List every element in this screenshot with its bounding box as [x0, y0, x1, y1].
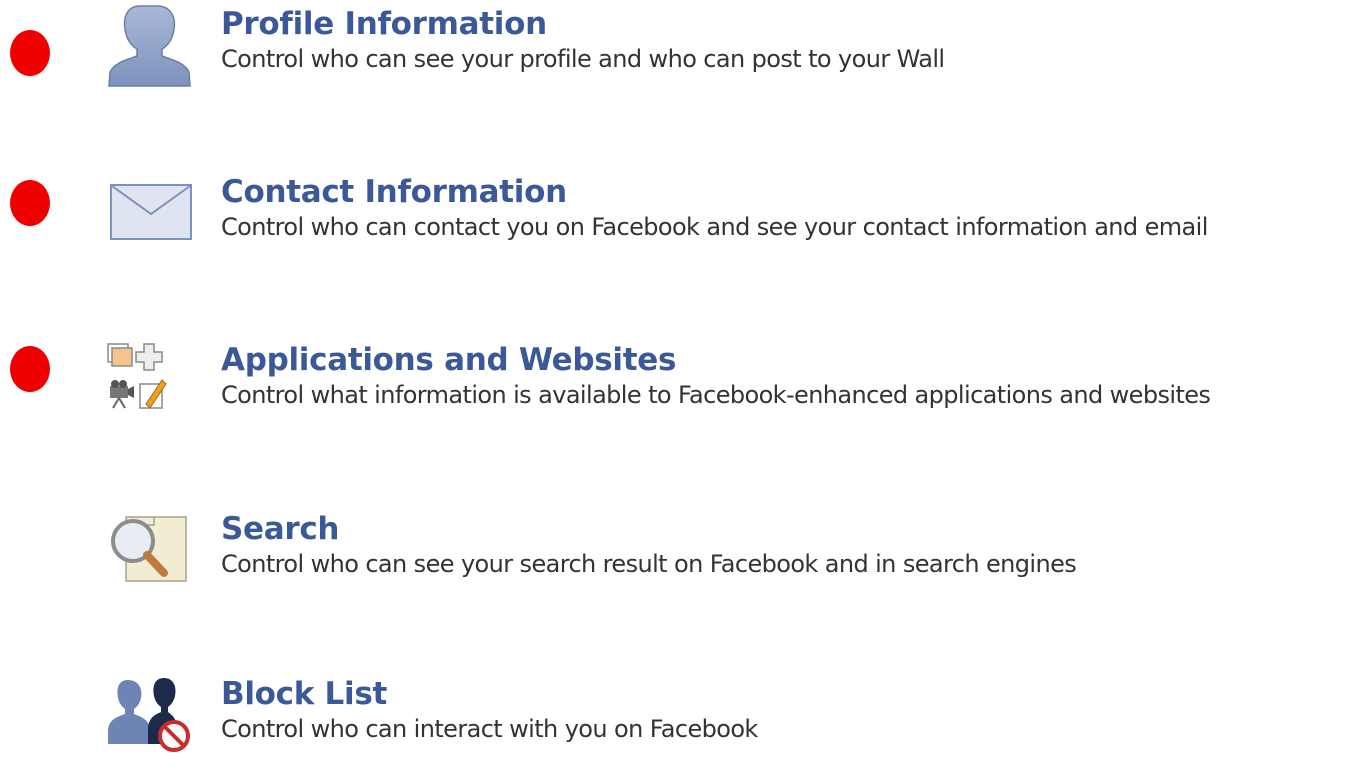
contact-information-link[interactable]: Contact Information: [221, 170, 567, 214]
setting-applications-and-websites[interactable]: Applications and Websites Control what i…: [100, 338, 1346, 438]
setting-search[interactable]: Search Control who can see your search r…: [100, 507, 1346, 607]
applications-and-websites-description: Control what information is available to…: [221, 381, 1211, 409]
search-description: Control who can see your search result o…: [221, 550, 1077, 578]
search-link[interactable]: Search: [221, 507, 340, 551]
setting-contact-information[interactable]: Contact Information Control who can cont…: [100, 170, 1346, 270]
search-magnifier-icon: [106, 507, 196, 597]
applications-and-websites-link[interactable]: Applications and Websites: [221, 338, 676, 382]
annotation-marker-profile: [10, 30, 50, 76]
setting-block-list[interactable]: Block List Control who can interact with…: [100, 672, 1346, 772]
block-list-icon: [106, 672, 196, 762]
applications-icon: [106, 338, 196, 428]
setting-profile-information[interactable]: Profile Information Control who can see …: [100, 2, 1346, 102]
profile-silhouette-icon: [106, 2, 196, 92]
annotation-marker-applications: [10, 346, 50, 392]
annotation-marker-contact: [10, 180, 50, 226]
profile-information-link[interactable]: Profile Information: [221, 2, 547, 46]
block-list-description: Control who can interact with you on Fac…: [221, 715, 758, 743]
contact-information-description: Control who can contact you on Facebook …: [221, 213, 1208, 241]
block-list-link[interactable]: Block List: [221, 672, 387, 716]
profile-information-description: Control who can see your profile and who…: [221, 45, 945, 73]
envelope-icon: [106, 170, 196, 260]
